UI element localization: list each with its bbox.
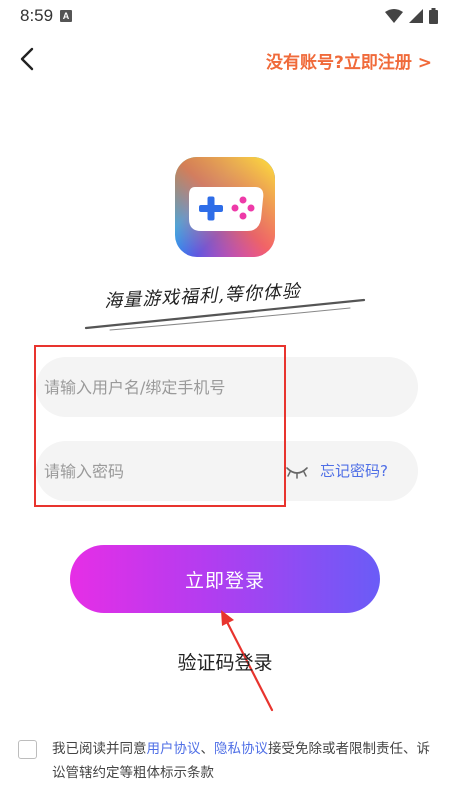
username-input[interactable] bbox=[44, 357, 294, 417]
back-button[interactable] bbox=[14, 44, 42, 74]
notification-badge: A bbox=[60, 10, 72, 22]
register-link[interactable]: 没有账号?立即注册 > bbox=[266, 48, 432, 73]
password-field[interactable]: 忘记密码? bbox=[36, 441, 418, 501]
toggle-password-visibility[interactable] bbox=[284, 461, 310, 481]
agreement-checkbox[interactable] bbox=[18, 740, 37, 759]
gamepad-icon bbox=[175, 157, 275, 257]
forgot-password-link[interactable]: 忘记密码? bbox=[320, 460, 388, 481]
slogan: 海量游戏福利,等你体验 bbox=[80, 276, 370, 332]
eye-closed-icon bbox=[286, 467, 308, 479]
username-field[interactable] bbox=[36, 357, 418, 417]
password-input[interactable] bbox=[44, 441, 294, 501]
agreement-separator: 、 bbox=[200, 741, 215, 757]
code-login-link[interactable]: 验证码登录 bbox=[0, 648, 450, 675]
agreement-text: 我已阅读并同意用户协议、隐私协议接受免除或者限制责任、诉讼管辖约定等粗体标示条款 bbox=[52, 737, 440, 785]
wifi-icon bbox=[385, 9, 403, 23]
chevron-left-icon bbox=[20, 47, 34, 71]
status-bar: 8:59 A bbox=[0, 0, 450, 34]
user-agreement-link[interactable]: 用户协议 bbox=[147, 741, 201, 757]
status-time: 8:59 bbox=[20, 6, 54, 25]
login-button[interactable]: 立即登录 bbox=[70, 545, 380, 613]
signal-icon bbox=[409, 9, 423, 23]
privacy-agreement-link[interactable]: 隐私协议 bbox=[214, 741, 268, 757]
app-logo bbox=[175, 157, 275, 257]
battery-icon bbox=[429, 8, 438, 24]
agreement-prefix: 我已阅读并同意 bbox=[52, 741, 147, 757]
status-icons bbox=[385, 8, 438, 24]
